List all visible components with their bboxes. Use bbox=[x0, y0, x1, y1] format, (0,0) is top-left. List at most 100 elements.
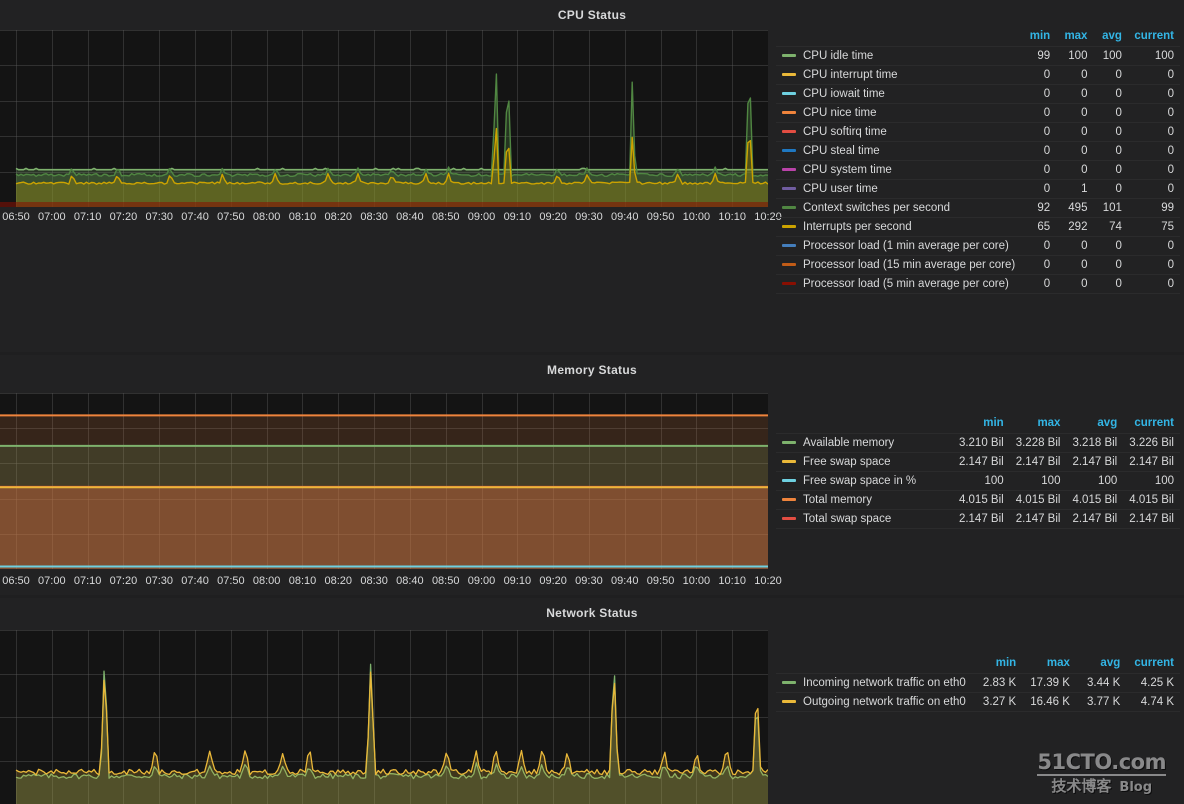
legend-col-header-current[interactable]: current bbox=[1126, 655, 1180, 674]
legend-row[interactable]: Total swap space 2.147 Bil 2.147 Bil 2.147 … bbox=[776, 509, 1180, 529]
legend-col-header-max[interactable]: max bbox=[1010, 415, 1067, 434]
legend-value-min: 3.27 K bbox=[971, 692, 1023, 712]
legend-series-label[interactable]: CPU interrupt time bbox=[776, 65, 1022, 85]
legend-color-swatch-icon[interactable] bbox=[782, 54, 796, 58]
legend-row[interactable]: CPU softirq time 0 0 0 0 bbox=[776, 122, 1180, 142]
legend-value-avg: 3.44 K bbox=[1075, 673, 1127, 693]
legend-color-swatch-icon[interactable] bbox=[782, 479, 796, 483]
legend-series-label[interactable]: CPU steal time bbox=[776, 141, 1022, 161]
legend-col-header-current[interactable]: current bbox=[1128, 28, 1180, 47]
legend-col-header-min[interactable]: min bbox=[953, 415, 1010, 434]
legend-col-header-avg[interactable]: avg bbox=[1076, 655, 1126, 674]
legend-row[interactable]: CPU system time 0 0 0 0 bbox=[776, 160, 1180, 180]
legend-col-header-current[interactable]: current bbox=[1123, 415, 1180, 434]
legend-col-header-label[interactable] bbox=[776, 28, 1021, 47]
panel-title-cpu[interactable]: CPU Status bbox=[0, 0, 1184, 24]
legend-color-swatch-icon[interactable] bbox=[782, 700, 796, 704]
legend-color-swatch-icon[interactable] bbox=[782, 206, 796, 210]
legend-row[interactable]: Processor load (5 min average per core) 0… bbox=[776, 274, 1180, 294]
outgoing-network-traffic-line bbox=[15, 671, 768, 776]
xaxis-tick-label: 09:50 bbox=[646, 575, 675, 587]
xaxis-tick-label: 09:30 bbox=[575, 211, 603, 223]
legend-series-name: Processor load (15 min average per core) bbox=[803, 259, 1016, 271]
xaxis-tick-label: 07:20 bbox=[109, 575, 138, 587]
legend-col-header-min[interactable]: min bbox=[972, 655, 1022, 674]
legend-series-label[interactable]: Total swap space bbox=[776, 509, 953, 529]
legend-color-swatch-icon[interactable] bbox=[782, 168, 796, 172]
legend-row[interactable]: Free swap space 2.147 Bil 2.147 Bil 2.147 B… bbox=[776, 452, 1180, 472]
legend-color-swatch-icon[interactable] bbox=[782, 460, 796, 464]
legend-value-min: 2.147 Bil bbox=[952, 452, 1010, 472]
legend-series-label[interactable]: Available memory bbox=[776, 433, 953, 453]
legend-color-swatch-icon[interactable] bbox=[782, 263, 796, 267]
panel-cpu-status[interactable]: CPU Status 06:50 07:00 07:10 07:20 07:30 07:4… bbox=[0, 0, 1184, 352]
legend-series-label[interactable]: Interrupts per second bbox=[776, 217, 1022, 237]
legend-row[interactable]: Total memory 4.015 Bil 4.015 Bil 4.015 Bil 4… bbox=[776, 490, 1180, 510]
xaxis-tick-label: 07:50 bbox=[217, 575, 245, 587]
legend-row[interactable]: CPU iowait time 0 0 0 0 bbox=[776, 84, 1180, 104]
legend-row[interactable]: Incoming network traffic on eth0 2.83 K 17… bbox=[776, 673, 1180, 693]
legend-series-label[interactable]: Processor load (1 min average per core) bbox=[776, 236, 1022, 256]
panel-title-network[interactable]: Network Status bbox=[0, 598, 1184, 622]
legend-color-swatch-icon[interactable] bbox=[782, 441, 796, 445]
legend-row[interactable]: CPU idle time 99 100 100 100 bbox=[776, 46, 1180, 66]
legend-color-swatch-icon[interactable] bbox=[782, 225, 796, 229]
legend-color-swatch-icon[interactable] bbox=[782, 111, 796, 115]
network-legend[interactable]: min max avg current Incoming network traffic… bbox=[776, 655, 1180, 712]
legend-row[interactable]: Context switches per second 92 495 101 99 bbox=[776, 198, 1180, 218]
legend-col-header-avg[interactable]: avg bbox=[1093, 28, 1127, 47]
legend-series-label[interactable]: Processor load (15 min average per core) bbox=[776, 255, 1022, 275]
legend-color-swatch-icon[interactable] bbox=[782, 92, 796, 96]
legend-value-avg: 101 bbox=[1093, 198, 1128, 218]
legend-color-swatch-icon[interactable] bbox=[782, 244, 796, 248]
panel-title-memory[interactable]: Memory Status bbox=[0, 355, 1184, 379]
legend-color-swatch-icon[interactable] bbox=[782, 517, 796, 521]
legend-col-header-max[interactable]: max bbox=[1056, 28, 1093, 47]
legend-color-swatch-icon[interactable] bbox=[782, 187, 796, 191]
network-graph-plot[interactable] bbox=[0, 630, 768, 804]
legend-series-label[interactable]: Total memory bbox=[776, 490, 953, 510]
panel-network-status[interactable]: Network Status min max avg current Incoming … bbox=[0, 598, 1184, 804]
legend-series-label[interactable]: CPU softirq time bbox=[776, 122, 1022, 142]
legend-color-swatch-icon[interactable] bbox=[782, 130, 796, 134]
legend-series-label[interactable]: CPU nice time bbox=[776, 103, 1022, 123]
panel-memory-status[interactable]: Memory Status 06:50 07:00 07:10 07:20 07:30 0… bbox=[0, 355, 1184, 595]
legend-row[interactable]: CPU user time 0 1 0 0 bbox=[776, 179, 1180, 199]
legend-color-swatch-icon[interactable] bbox=[782, 498, 796, 502]
legend-row[interactable]: Interrupts per second 65 292 74 75 bbox=[776, 217, 1180, 237]
legend-color-swatch-icon[interactable] bbox=[782, 149, 796, 153]
legend-row[interactable]: Outgoing network traffic on eth0 3.27 K 16… bbox=[776, 692, 1180, 712]
legend-color-swatch-icon[interactable] bbox=[782, 73, 796, 77]
legend-series-label[interactable]: Incoming network traffic on eth0 bbox=[776, 673, 972, 693]
memory-graph-plot[interactable] bbox=[0, 393, 768, 569]
legend-row[interactable]: Free swap space in % 100 100 100 100 bbox=[776, 471, 1180, 491]
legend-col-header-min[interactable]: min bbox=[1021, 28, 1056, 47]
legend-value-current: 0 bbox=[1127, 160, 1180, 180]
legend-value-max: 0 bbox=[1056, 160, 1094, 180]
legend-color-swatch-icon[interactable] bbox=[782, 282, 796, 286]
legend-row[interactable]: CPU nice time 0 0 0 0 bbox=[776, 103, 1180, 123]
legend-row[interactable]: CPU steal time 0 0 0 0 bbox=[776, 141, 1180, 161]
legend-row[interactable]: CPU interrupt time 0 0 0 0 bbox=[776, 65, 1180, 85]
legend-row[interactable]: Available memory 3.210 Bil 3.228 Bil 3.218 … bbox=[776, 433, 1180, 453]
legend-series-label[interactable]: Free swap space bbox=[776, 452, 953, 472]
legend-series-label[interactable]: Free swap space in % bbox=[776, 471, 953, 491]
legend-series-label[interactable]: Processor load (5 min average per core) bbox=[776, 274, 1022, 294]
legend-row[interactable]: Processor load (15 min average per core)… bbox=[776, 255, 1180, 275]
legend-series-label[interactable]: CPU user time bbox=[776, 179, 1022, 199]
legend-col-header-max[interactable]: max bbox=[1022, 655, 1076, 674]
legend-col-header-label[interactable] bbox=[776, 655, 972, 674]
legend-series-label[interactable]: CPU idle time bbox=[776, 46, 1022, 66]
legend-series-label[interactable]: CPU iowait time bbox=[776, 84, 1022, 104]
legend-series-label[interactable]: CPU system time bbox=[776, 160, 1022, 180]
legend-series-label[interactable]: Outgoing network traffic on eth0 bbox=[776, 692, 972, 712]
memory-legend[interactable]: min max avg current Available memory 3.210 Bi… bbox=[776, 415, 1180, 529]
cpu-graph-plot[interactable] bbox=[0, 30, 768, 207]
legend-value-current: 99 bbox=[1127, 198, 1180, 218]
legend-col-header-avg[interactable]: avg bbox=[1066, 415, 1123, 434]
legend-series-label[interactable]: Context switches per second bbox=[776, 198, 1022, 218]
cpu-legend[interactable]: min max avg current CPU idle time 99 100 100 100… bbox=[776, 28, 1180, 294]
legend-color-swatch-icon[interactable] bbox=[782, 681, 796, 685]
legend-col-header-label[interactable] bbox=[776, 415, 953, 434]
legend-row[interactable]: Processor load (1 min average per core) 0… bbox=[776, 236, 1180, 256]
